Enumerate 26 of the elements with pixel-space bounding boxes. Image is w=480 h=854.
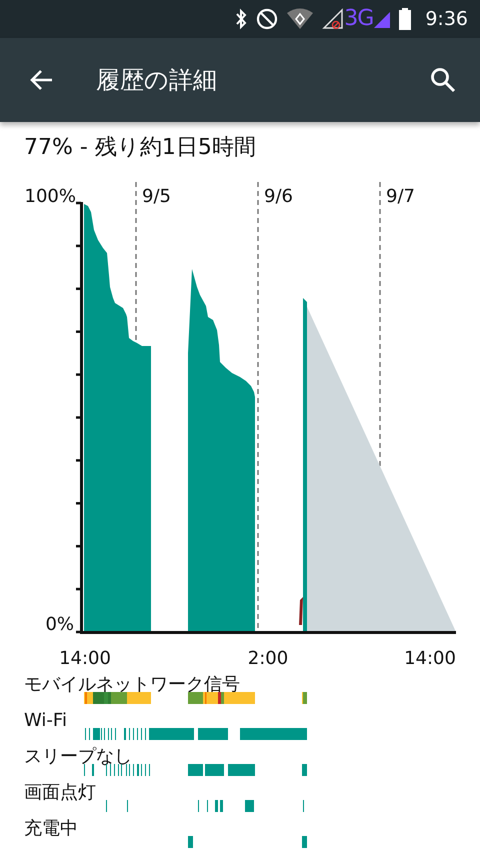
search-button[interactable] — [430, 67, 456, 93]
date-label: 9/5 — [142, 186, 171, 207]
timeline-label: モバイルネットワーク信号 — [24, 675, 240, 695]
back-arrow-icon — [30, 68, 54, 92]
clock: 9:36 — [425, 8, 468, 30]
bluetooth-icon — [234, 8, 248, 30]
time-label: 14:00 — [59, 648, 111, 669]
do-not-disturb-icon — [256, 8, 278, 30]
wifi-icon — [286, 7, 314, 31]
date-label: 9/6 — [264, 186, 293, 207]
time-label: 2:00 — [248, 648, 288, 669]
screen-title: 履歴の詳細 — [96, 65, 218, 96]
battery-summary: 77% - 残り約1日5時間 — [24, 134, 256, 162]
back-button[interactable] — [30, 68, 54, 92]
signal-icon — [322, 8, 344, 30]
battery-icon — [399, 8, 412, 30]
timeline-label: 充電中 — [24, 819, 78, 839]
network-type-label: 3G — [344, 6, 374, 32]
timeline-label: Wi-Fi — [24, 711, 67, 731]
timeline-label: 画面点灯 — [24, 783, 96, 803]
axis-label: 100% — [24, 186, 76, 207]
timeline-label: スリープなし — [24, 747, 132, 767]
axis-label: 0% — [45, 614, 74, 635]
date-label: 9/7 — [386, 186, 415, 207]
search-icon — [430, 67, 456, 93]
time-label: 14:00 — [404, 648, 456, 669]
